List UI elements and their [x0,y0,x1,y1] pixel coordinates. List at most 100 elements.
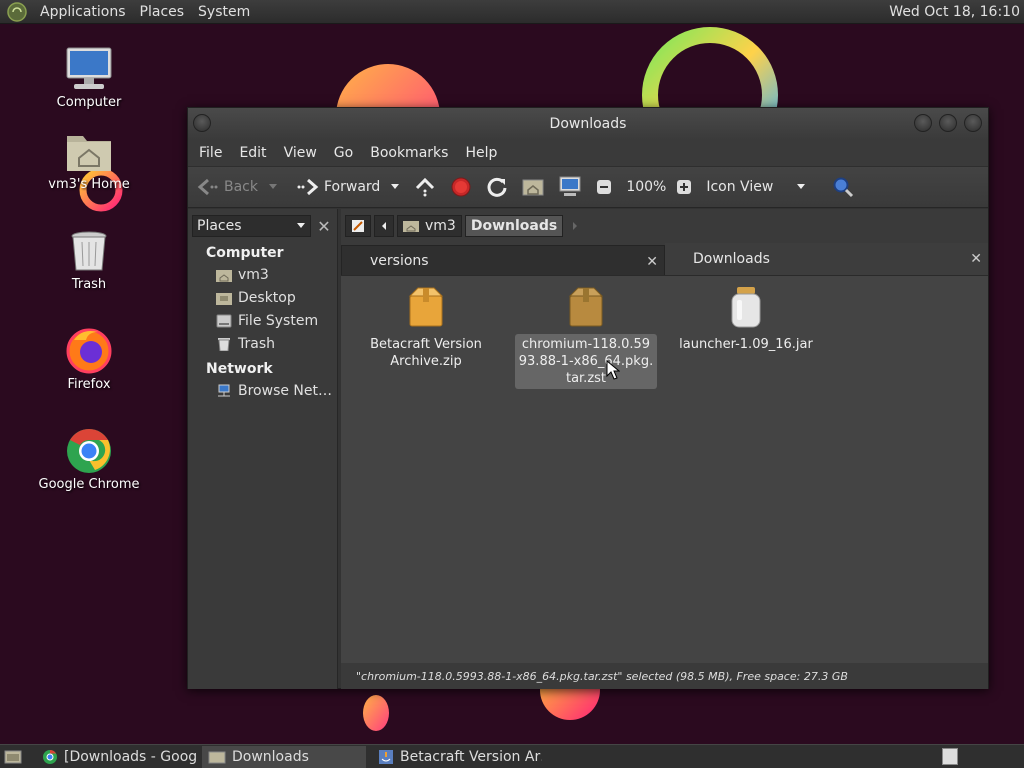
computer-button[interactable] [558,176,586,198]
path-scroll-left-button[interactable] [374,215,394,237]
menu-help[interactable]: Help [458,145,504,161]
desktop-icon-label: vm3's Home [48,177,130,192]
zoom-out-button[interactable] [596,179,616,195]
maximize-button[interactable] [939,114,957,132]
sidebar-item-browse-network[interactable]: Browse Net… [188,379,337,402]
desktop-icon-firefox[interactable]: Firefox [34,326,144,392]
forward-button[interactable]: Forward [296,177,380,197]
minimize-button[interactable] [914,114,932,132]
distro-logo-icon[interactable] [6,1,28,23]
task-label: Betacraft Version Ar… [400,748,542,765]
sidebar-item-filesystem[interactable]: File System [188,309,337,332]
sidebar-section-network: Network [206,361,273,377]
arrow-right-icon [297,178,319,196]
desktop-icon-label: Computer [56,95,122,110]
search-icon [833,177,854,198]
back-label: Back [224,179,258,195]
tab-downloads[interactable]: Downloads ✕ [665,243,988,275]
file-name: chromium-118.0.5993.88-1-x86_64.pkg.tar.… [515,334,657,389]
sidebar-item-label: Browse Net… [238,382,333,399]
view-mode-select[interactable]: Icon View [706,179,810,195]
path-button-vm3[interactable]: vm3 [397,215,462,237]
path-button-label: vm3 [425,218,456,234]
sidebar-item-desktop[interactable]: Desktop [188,286,337,309]
sidebar-header: Places ✕ [188,213,337,239]
up-button[interactable] [414,176,440,198]
clock[interactable]: Wed Oct 18, 16:10 [889,4,1024,20]
task-button-betacraft[interactable]: Betacraft Version Ar… [372,746,542,768]
sidebar-close-icon[interactable]: ✕ [315,217,333,236]
home-folder-icon [403,221,419,232]
computer-icon [559,176,581,196]
archive-icon [568,287,604,327]
menu-file[interactable]: File [192,145,229,161]
file-item[interactable]: launcher-1.09_16.jar [675,286,817,355]
desktop-icon-trash[interactable]: Trash [34,228,144,292]
sidebar-item-trash[interactable]: Trash [188,332,337,355]
desktop-icon-label: Google Chrome [38,477,140,492]
file-item[interactable]: chromium-118.0.5993.88-1-x86_64.pkg.tar.… [515,286,657,389]
close-button[interactable] [964,114,982,132]
places-menu[interactable]: Places [133,4,192,20]
arrow-left-icon [197,178,218,196]
menu-view[interactable]: View [277,145,324,161]
applications-menu[interactable]: Applications [33,4,133,20]
sidebar-section-computer: Computer [206,245,284,261]
forward-label: Forward [324,179,381,195]
firefox-icon [66,328,112,374]
task-button-chrome[interactable]: [Downloads - Goog… [36,746,196,768]
forward-history-dropdown[interactable] [390,183,404,191]
path-button-downloads[interactable]: Downloads [464,215,564,237]
window-menu-button[interactable] [193,114,211,132]
arrow-up-icon [416,177,435,197]
view-mode-value: Icon View [706,179,774,195]
search-button[interactable] [832,176,858,198]
file-manager-window: Downloads File Edit View Go Bookmarks He… [187,107,989,689]
menu-bookmarks[interactable]: Bookmarks [363,145,455,161]
zoom-out-icon [597,180,612,194]
window-title: Downloads [549,116,627,132]
archive-icon [408,287,444,327]
sidebar-item-vm3[interactable]: vm3 [188,263,337,286]
system-menu[interactable]: System [191,4,257,20]
task-button-downloads[interactable]: Downloads [202,745,366,768]
desktop-icon-home[interactable]: vm3's Home [34,128,144,192]
chevron-right-icon [573,222,578,230]
tab-label: Downloads [693,251,770,267]
computer-icon [66,47,112,89]
path-scroll-right-button[interactable] [566,215,584,237]
desktop-icon-chrome[interactable]: Google Chrome [34,426,144,492]
file-item[interactable]: Betacraft Version Archive.zip [355,286,497,372]
chevron-down-icon [797,184,806,189]
sidebar-type-select[interactable]: Places [192,215,311,237]
menu-go[interactable]: Go [327,145,360,161]
stop-button[interactable] [450,176,476,198]
tab-close-icon[interactable]: ✕ [970,251,982,267]
desktop-icon-computer[interactable]: Computer [34,46,144,110]
home-folder-icon [67,136,111,171]
file-name: launcher-1.09_16.jar [679,337,813,352]
bottom-panel: [Downloads - Goog… Downloads Betacraft V… [0,744,1024,768]
trash-icon [71,231,107,271]
tab-versions[interactable]: versions ✕ [341,245,665,277]
home-button[interactable] [522,177,548,197]
back-button[interactable]: Back [196,177,258,197]
trash-icon [218,337,230,351]
show-desktop-icon[interactable] [4,749,22,765]
toggle-location-entry-button[interactable] [345,215,371,237]
workspace-switcher[interactable] [942,748,958,765]
zoom-in-button[interactable] [676,179,696,195]
reload-button[interactable] [486,176,512,198]
zoom-level: 100% [626,179,667,195]
menu-edit[interactable]: Edit [232,145,273,161]
file-view[interactable]: Betacraft Version Archive.zip chromium-1… [341,275,988,663]
sidebar: Places ✕ Computer vm3 Desktop File Syste… [188,209,338,689]
back-history-dropdown[interactable] [268,183,282,191]
mouse-cursor-icon [606,360,620,380]
tab-label: versions [370,253,429,269]
chrome-icon [43,749,57,764]
zoom-in-icon [677,180,692,194]
tab-close-icon[interactable]: ✕ [646,254,658,270]
window-titlebar[interactable]: Downloads [188,108,988,140]
network-icon [218,384,230,396]
